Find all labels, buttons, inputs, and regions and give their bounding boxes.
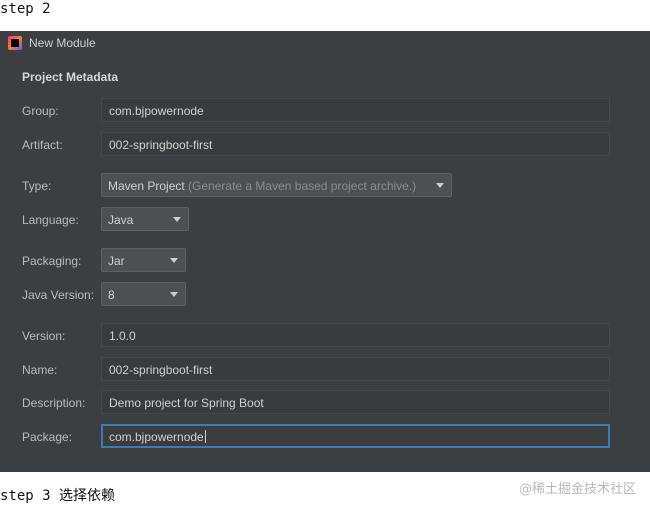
- dialog-titlebar: New Module: [0, 31, 650, 55]
- artifact-value: 002-springboot-first: [109, 138, 213, 152]
- text-caret: [204, 430, 206, 443]
- name-value: 002-springboot-first: [109, 363, 213, 377]
- group-field[interactable]: com.bjpowernode: [101, 98, 610, 122]
- description-field[interactable]: Demo project for Spring Boot: [101, 390, 610, 414]
- packaging-dropdown[interactable]: Jar: [101, 248, 186, 272]
- name-label: Name:: [22, 363, 58, 377]
- type-hint: (Generate a Maven based project archive.…: [188, 179, 417, 193]
- package-value: com.bjpowernode: [109, 430, 204, 444]
- new-module-dialog: New Module Project Metadata Group: com.b…: [0, 31, 650, 472]
- java-version-label: Java Version:: [22, 288, 95, 302]
- package-field[interactable]: com.bjpowernode: [101, 424, 610, 448]
- artifact-label: Artifact:: [22, 138, 63, 152]
- step-3-caption: step 3 选择依赖: [0, 488, 116, 504]
- language-value: Java: [108, 213, 134, 227]
- description-label: Description:: [22, 396, 86, 410]
- version-field[interactable]: 1.0.0: [101, 323, 610, 347]
- package-value-wrap: com.bjpowernode: [109, 430, 206, 444]
- version-value: 1.0.0: [109, 329, 136, 343]
- language-dropdown[interactable]: Java: [101, 207, 189, 231]
- language-label: Language:: [22, 213, 79, 227]
- group-value: com.bjpowernode: [109, 104, 204, 118]
- packaging-value: Jar: [108, 254, 125, 268]
- intellij-app-icon: [8, 36, 22, 50]
- type-selected: Maven Project: [108, 179, 185, 193]
- step-2-caption: step 2: [0, 1, 51, 17]
- chevron-down-icon: [173, 217, 181, 222]
- package-label: Package:: [22, 430, 73, 444]
- version-label: Version:: [22, 329, 66, 343]
- type-value: Maven Project (Generate a Maven based pr…: [108, 179, 416, 193]
- chevron-down-icon: [170, 258, 178, 263]
- name-field[interactable]: 002-springboot-first: [101, 357, 610, 381]
- dialog-title: New Module: [29, 36, 96, 50]
- java-version-dropdown[interactable]: 8: [101, 282, 186, 306]
- description-value: Demo project for Spring Boot: [109, 396, 264, 410]
- type-label: Type:: [22, 179, 52, 193]
- chevron-down-icon: [170, 292, 178, 297]
- section-title: Project Metadata: [22, 70, 119, 84]
- packaging-label: Packaging:: [22, 254, 82, 268]
- type-dropdown[interactable]: Maven Project (Generate a Maven based pr…: [101, 173, 452, 197]
- watermark: @稀土掘金技术社区: [518, 482, 636, 497]
- artifact-field[interactable]: 002-springboot-first: [101, 132, 610, 156]
- java-version-value: 8: [108, 288, 115, 302]
- chevron-down-icon: [436, 183, 444, 188]
- group-label: Group:: [22, 104, 59, 118]
